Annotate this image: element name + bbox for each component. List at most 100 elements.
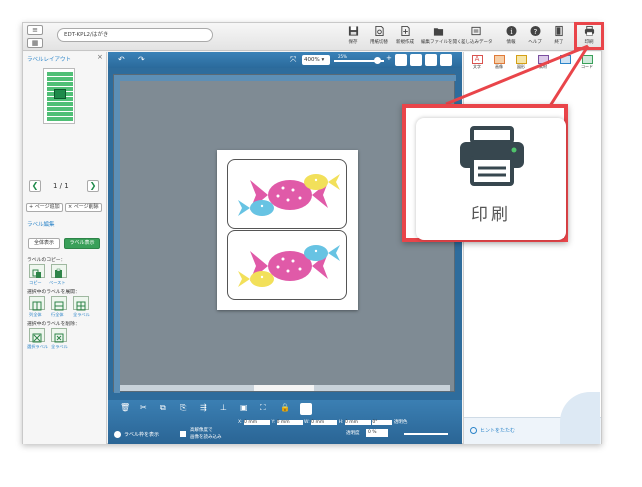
next-page-button[interactable]: ❯	[87, 180, 99, 192]
hamburger-icon[interactable]: ≡	[27, 25, 43, 35]
show-label-button[interactable]: ラベル表示	[64, 238, 100, 249]
h-input[interactable]: 0 mm	[344, 420, 371, 425]
label-cell-bottom[interactable]	[227, 230, 347, 300]
cut-icon[interactable]: ✂	[140, 403, 152, 415]
hint-icon	[470, 427, 477, 434]
opacity-slider[interactable]	[404, 433, 448, 435]
rotate-input[interactable]: 0°	[372, 420, 393, 425]
ruler-top	[114, 75, 456, 81]
new-file-button[interactable]: 新規作成	[393, 25, 417, 49]
save-button[interactable]: 保存	[341, 25, 365, 49]
label-edit-title: ラベル編集	[27, 222, 55, 228]
expand-all-label: 全ラベル	[73, 312, 90, 317]
paste-button[interactable]	[51, 264, 67, 278]
align-icon[interactable]: ⇶	[200, 403, 212, 415]
save-label: 保存	[348, 40, 358, 45]
grid-icon[interactable]: ▦	[27, 38, 43, 48]
label-cell-top[interactable]	[227, 159, 347, 229]
expand-all-button[interactable]	[73, 296, 89, 311]
opacity-label: 透明度	[346, 431, 360, 436]
delete-all-button[interactable]	[51, 328, 67, 343]
lock-icon[interactable]: 🔒	[280, 403, 292, 415]
delete-page-button[interactable]: × ページ削除	[65, 203, 102, 212]
w-input[interactable]: 0 mm	[311, 420, 338, 425]
copy-icon	[32, 269, 41, 278]
paper-switch-button[interactable]: 用紙切替	[367, 25, 391, 49]
info-icon: i	[505, 25, 517, 37]
svg-text:?: ?	[533, 27, 537, 36]
label-layout-sidebar: ラベルレイアウト × ❮ 1 / 1 ❯ + ページ追加 × ページ削除 ラベル…	[23, 52, 107, 444]
copy-title: ラベルのコピー：	[27, 258, 66, 263]
hi-res-label-1: 高解像度で	[190, 428, 213, 433]
zoom-scale-label: 25%	[338, 54, 347, 59]
show-all-button[interactable]: 全体表示	[28, 238, 60, 249]
copy-object-icon[interactable]: ⧉	[160, 403, 172, 415]
paste-icon	[55, 268, 62, 278]
expand-column-button[interactable]	[29, 296, 45, 311]
expand-row-button[interactable]	[51, 296, 67, 311]
redo-icon[interactable]: ↷	[138, 55, 145, 64]
undo-icon[interactable]: ↶	[118, 55, 125, 64]
thumbnail-selected-label	[54, 89, 66, 99]
paste-label: ペースト	[49, 280, 66, 285]
zoom-slider-handle[interactable]	[374, 57, 381, 64]
layer-icon[interactable]	[300, 403, 312, 415]
save-icon	[348, 26, 358, 36]
candy-illustration-bottom	[238, 245, 340, 287]
paste-object-icon[interactable]: ⎘	[180, 403, 192, 415]
fit-icon[interactable]: ⛶	[260, 403, 272, 415]
print-callout: 印刷	[402, 104, 568, 242]
group-icon[interactable]: ▣	[240, 403, 252, 415]
prev-page-button[interactable]: ❮	[29, 180, 41, 192]
hint-decoration	[560, 392, 600, 444]
delete-all-icon	[54, 333, 64, 343]
ruler-left	[114, 75, 120, 393]
help-icon: ?	[529, 25, 541, 37]
canvas-toolbar: ↶ ↷ ⤧ 400% ▾ 25% +	[108, 52, 462, 68]
callout-card: 印刷	[416, 118, 566, 240]
trash-icon[interactable]: 🗑	[120, 403, 132, 415]
new-file-label: 新規作成	[396, 40, 414, 45]
grid-view-icon[interactable]	[425, 54, 437, 66]
hi-res-label-2: 画像を読み込み	[190, 435, 222, 440]
transparency-label: 透明色	[393, 420, 408, 425]
candy-illustration-top	[238, 174, 340, 216]
delete-all-label: 全ラベル	[51, 344, 68, 349]
delete-selected-label: 選択ラベル	[27, 344, 48, 349]
fit-screen-icon[interactable]: ⤧	[290, 55, 296, 65]
printer-large-icon	[460, 126, 524, 186]
delete-selected-icon	[32, 333, 42, 343]
print-preview-icon	[374, 25, 384, 37]
zoom-in-icon[interactable]: +	[386, 54, 392, 62]
layout-thumbnail[interactable]	[43, 68, 75, 124]
delete-selected-button[interactable]	[29, 328, 45, 343]
page-indicator: 1 / 1	[53, 182, 69, 190]
bottom-toolbar: 🗑 ✂ ⧉ ⎘ ⇶ ⊥ ▣ ⛶ 🔒 X: 0 mm Y: 0 mm W: 0 m…	[108, 400, 462, 444]
distribute-icon[interactable]: ⊥	[220, 403, 232, 415]
h-label: H:	[338, 420, 344, 425]
position-fields: X: 0 mm Y: 0 mm W: 0 mm H: 0 mm 0° 透明色	[238, 419, 407, 425]
hint-toggle-label[interactable]: ヒントをたたむ	[480, 427, 515, 434]
open-file-icon	[433, 28, 443, 36]
copy-button[interactable]	[29, 264, 45, 278]
new-file-icon	[400, 25, 410, 37]
y-label: Y:	[271, 420, 276, 425]
add-page-button[interactable]: + ページ追加	[26, 203, 63, 212]
expand-row-icon	[54, 301, 64, 311]
y-input[interactable]: 0 mm	[276, 420, 303, 425]
horizontal-scroll-thumb[interactable]	[254, 385, 314, 391]
sidebar-title: ラベルレイアウト	[27, 57, 72, 63]
x-input[interactable]: 0 mm	[244, 420, 271, 425]
split-view-icon[interactable]	[410, 54, 422, 66]
zoom-value: 400%	[304, 57, 320, 63]
hi-res-checkbox[interactable]	[180, 431, 186, 437]
zoom-select[interactable]: 400% ▾	[302, 55, 330, 65]
data-import-icon	[470, 26, 481, 36]
opacity-input[interactable]: 0 %	[366, 429, 388, 437]
show-frame-toggle[interactable]	[114, 431, 121, 438]
sidebar-close-icon[interactable]: ×	[97, 53, 103, 61]
hint-bar: ヒントをたたむ	[464, 392, 601, 444]
postcard-paper[interactable]	[217, 150, 358, 310]
page-view-icon[interactable]	[395, 54, 407, 66]
file-path-field[interactable]: EDT-KPL2/はがき	[57, 28, 213, 42]
